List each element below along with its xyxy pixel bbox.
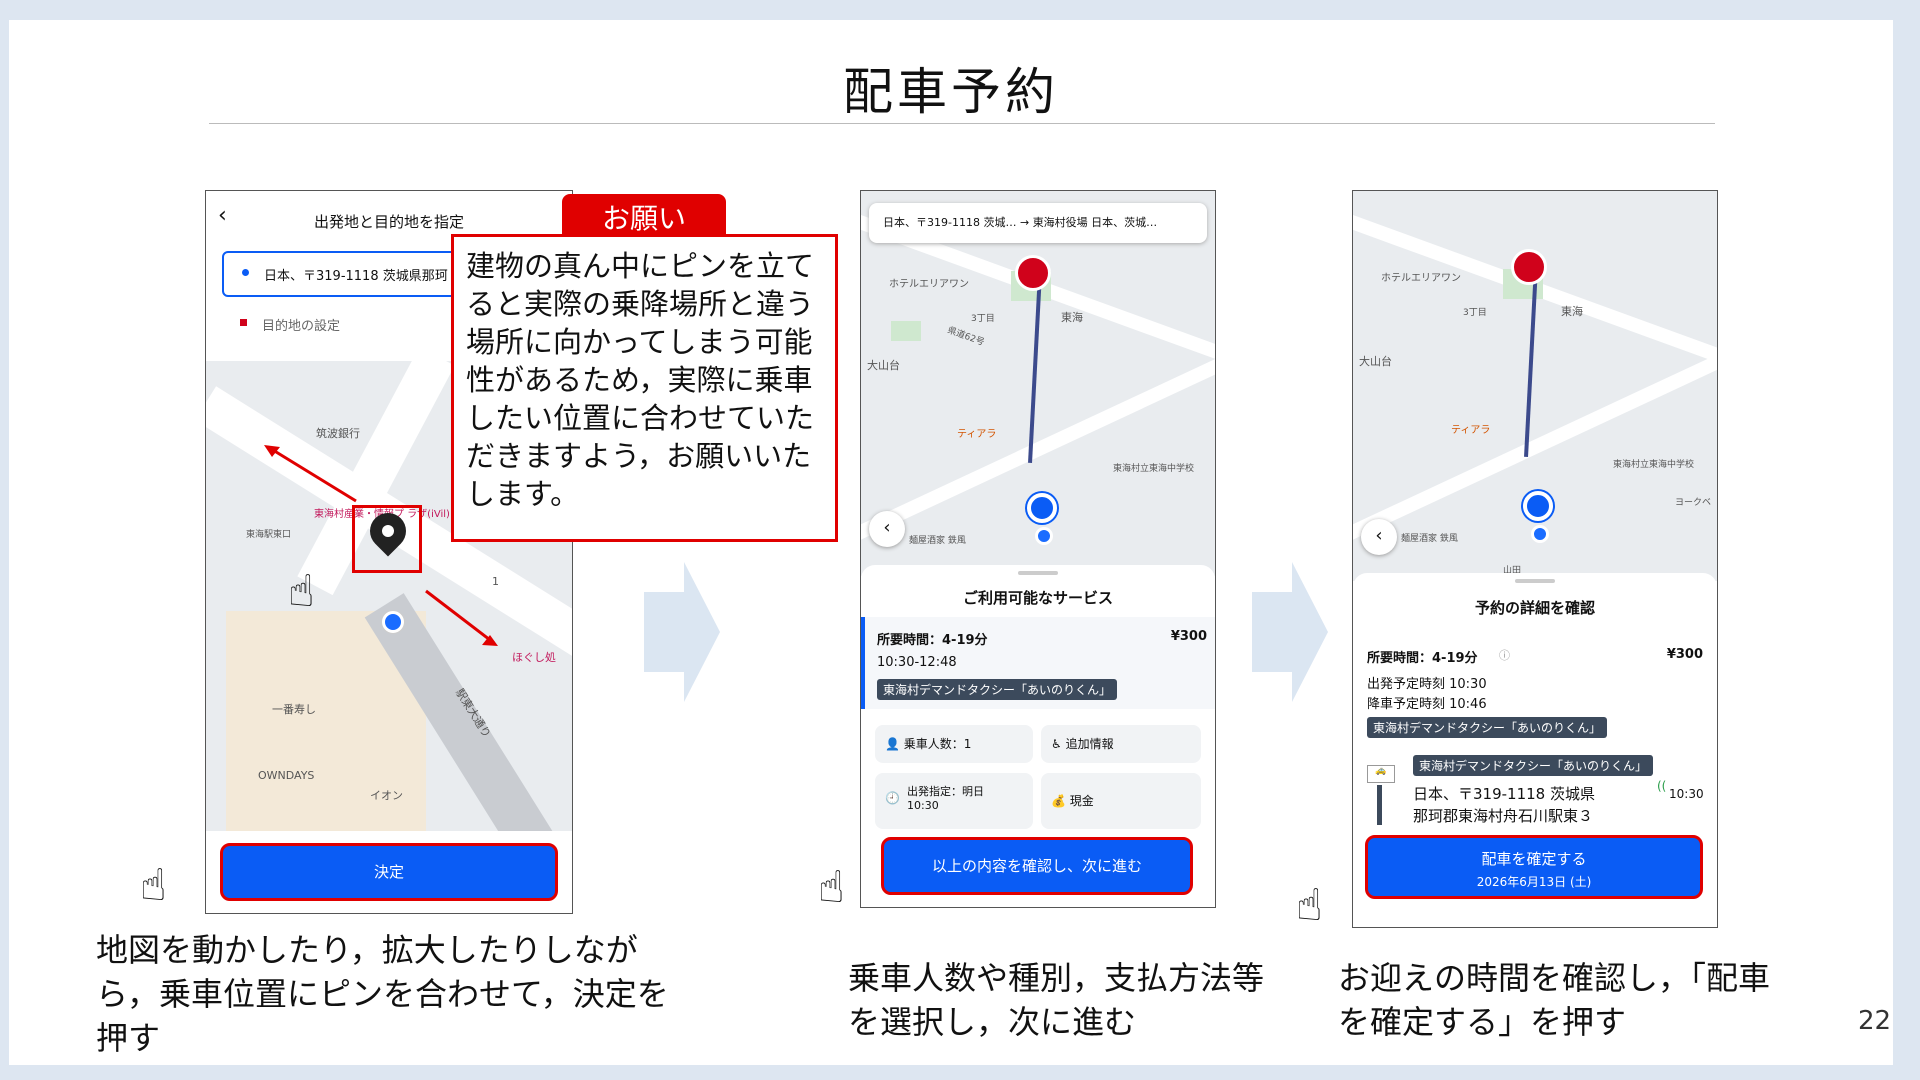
map-label-ward: 3丁目 [971,314,995,324]
flow-arrow-2 [1252,562,1328,702]
map-label-oyamadai: 大山台 [867,359,900,372]
map-label-tiara: ティアラ [1451,425,1491,436]
map-label-route: 県道62号 [945,325,986,349]
caption-step1: 地図を動かしたり，拡大したりしながら，乗車位置にピンを合わせて，決定を押す [96,931,669,1057]
cash-icon: 💰 [1051,794,1070,808]
map-label-tokai: 東海 [1061,311,1083,324]
extra-info-chip[interactable]: ♿ 追加情報 [1041,725,1201,763]
map-label-yorkbenimaru: ヨークベ [1675,498,1712,508]
pickup-address-line1: 日本、〒319-1118 茨城県 [1413,785,1595,803]
destination-marker-icon [1015,255,1051,291]
confirm-booking-label: 配車を確定する [1481,850,1587,868]
service-price: ¥300 [1170,629,1207,644]
vehicle-tag: 東海村デマンドタクシー「あいのりくん」 [1413,755,1654,776]
service-time-range: 10:30-12:48 [877,655,957,670]
route-arrow-icon: → [1019,216,1033,229]
map-label-hotel: ホテルエリアワン [1381,273,1461,284]
origin-text: 日本、〒319-1118 茨城県那珂 [264,269,448,284]
map-view[interactable]: ホテルエリアワン 3丁目 東海 大山台 ティアラ 東海村立東海中学校 麺屋酒家 … [861,191,1215,576]
service-name-badge: 東海村デマンドタクシー「あいのりくん」 [877,679,1118,700]
flow-arrow-1 [644,562,720,702]
map-label-school: 東海村立東海中学校 [1113,464,1195,474]
accessibility-icon: ♿ [1051,737,1066,751]
pointing-hand-icon: ☝ [1296,880,1323,931]
info-icon[interactable]: ⓘ [1499,647,1510,663]
passengers-label: 乗車人数：1 [903,737,972,751]
current-location-icon [1531,525,1549,543]
sheet-handle[interactable] [1515,579,1555,583]
caption-step3: お迎えの時間を確認し，「配車を確定する」を押す [1338,959,1771,1041]
passengers-chip[interactable]: 👤 乗車人数：1 [875,725,1033,763]
booking-price: ¥300 [1666,647,1703,662]
origin-dot-icon [242,269,249,276]
pickup-eta: 10:30 [1669,787,1704,801]
confirm-booking-button[interactable]: 配車を確定する 2026年6月13日 (土) [1365,835,1703,899]
confirm-button[interactable]: 決定 [220,843,558,901]
destination-marker-icon [1511,249,1547,285]
title-divider [209,123,1715,124]
payment-label: 現金 [1069,794,1094,808]
departure-time: 10:30 [907,799,939,812]
map-label-hotel: ホテルエリアワン [889,279,969,290]
screen-booking-confirm: ホテルエリアワン 3丁目 東海 大山台 ティアラ 東海村立東海中学校 麺屋酒家 … [1352,190,1718,928]
route-line [1028,273,1042,463]
origin-marker-icon [1027,493,1057,523]
map-label-school: 東海村立東海中学校 [1613,460,1695,470]
destination-placeholder: 目的地の設定 [262,319,341,334]
map-label-tokai: 東海 [1561,305,1583,318]
route-from: 日本、〒319-1118 茨城… [883,216,1017,229]
pointing-hand-icon: ☝ [288,566,315,617]
back-icon[interactable]: ‹ [1361,519,1397,555]
taxi-icon: 🚕 [1367,765,1395,783]
service-option[interactable]: 所要時間：4-19分 ¥300 10:30-12:48 東海村デマンドタクシー「… [861,617,1215,709]
booking-duration: 所要時間：4-19分 [1367,651,1478,666]
map-label-ramen: 麺屋酒家 鉄風 [909,536,966,546]
next-button[interactable]: 以上の内容を確認し、次に進む [881,837,1193,895]
signal-icon: (( [1657,779,1667,793]
screen-header: 出発地と目的地を指定 [313,213,464,231]
clock-icon: 🕘 [885,791,900,805]
map-label-oyamadai: 大山台 [1359,355,1392,368]
person-icon: 👤 [885,737,904,751]
extra-info-label: 追加情報 [1065,737,1114,751]
current-location-icon [1035,527,1053,545]
caption-step2: 乗車人数や種別，支払方法等を選択し，次に進む [848,959,1265,1041]
map-label-ramen: 麺屋酒家 鉄風 [1401,534,1458,544]
map-label-ward: 3丁目 [1463,308,1487,318]
payment-chip[interactable]: 💰 現金 [1041,773,1201,829]
map-park [891,321,921,341]
pointing-hand-icon: ☝ [818,862,845,913]
sheet-title: ご利用可能なサービス [962,589,1113,607]
map-label-tiara: ティアラ [957,429,997,440]
departure-chip[interactable]: 🕘 出発指定：明日 10:30 [875,773,1033,829]
confirm-booking-date: 2026年6月13日 (土) [1476,875,1592,889]
dropoff-time: 降車予定時刻 10:46 [1367,697,1487,712]
service-duration: 所要時間：4-19分 [877,633,988,648]
sheet-handle[interactable] [1018,571,1058,575]
pickup-address-line2: 那珂郡東海村舟石川駅東３ [1413,807,1594,823]
page-title: 配車予約 [843,63,1059,121]
notice-box: 建物の真ん中にピンを立てると実際の乗降場所と違う場所に向かってしまう可能性がある… [451,234,838,542]
route-to: 東海村役場 日本、茨城… [1032,216,1158,229]
route-stop-bar [1377,785,1382,825]
destination-square-icon [240,319,247,326]
pointing-hand-icon: ☝ [140,860,167,911]
route-bar[interactable]: 日本、〒319-1118 茨城… → 東海村役場 日本、茨城… [869,203,1207,243]
page-number: 22 [1858,1006,1892,1036]
back-icon[interactable]: ‹ [869,511,905,547]
screen-service-select: ホテルエリアワン 3丁目 東海 大山台 ティアラ 東海村立東海中学校 麺屋酒家 … [860,190,1216,908]
origin-marker-icon [1523,491,1553,521]
pickup-time: 出発予定時刻 10:30 [1367,677,1487,692]
service-name-badge: 東海村デマンドタクシー「あいのりくん」 [1367,717,1608,738]
map-view[interactable]: ホテルエリアワン 3丁目 東海 大山台 ティアラ 東海村立東海中学校 麺屋酒家 … [1353,191,1717,581]
sheet-title: 予約の詳細を確認 [1474,599,1595,617]
departure-label: 出発指定：明日 [907,785,984,798]
